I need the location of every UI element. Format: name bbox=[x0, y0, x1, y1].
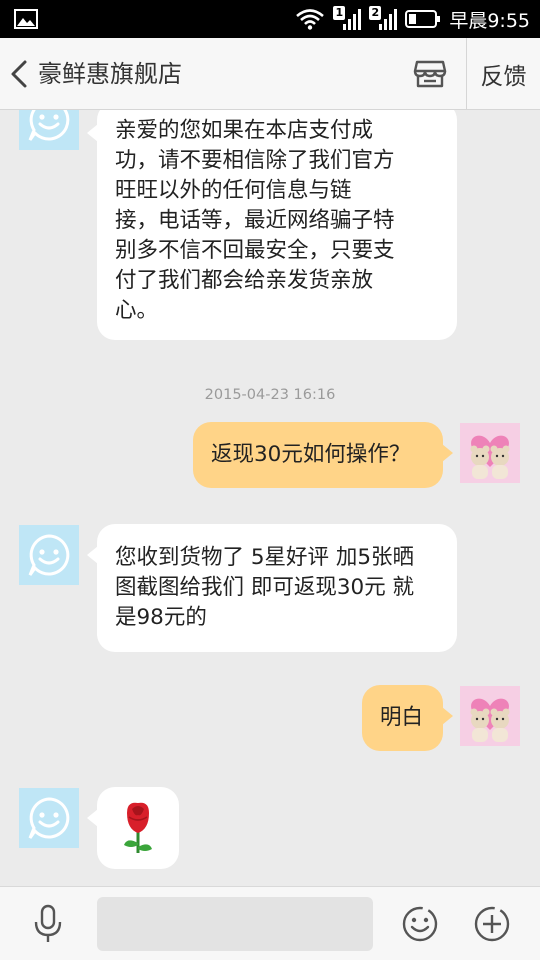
chat-header: 豪鲜惠旗舰店 反馈 bbox=[0, 38, 540, 110]
message-line: 心。 bbox=[115, 298, 159, 323]
message-bubble-shop[interactable]: 亲爱的您如果在本店支付成 功，请不要相信除了我们官方 旺旺以外的任何信息与链 接… bbox=[87, 110, 457, 340]
message-bubble-user[interactable]: 返现30元如何操作？ bbox=[193, 422, 453, 488]
message-line: 是98元的 bbox=[115, 605, 207, 630]
message-line: 付了我们都会给亲发货亲放 bbox=[115, 268, 374, 293]
user-avatar[interactable] bbox=[460, 423, 520, 483]
chat-message-list[interactable]: 亲爱的您如果在本店支付成 功，请不要相信除了我们官方 旺旺以外的任何信息与链 接… bbox=[0, 110, 540, 886]
shop-avatar[interactable] bbox=[19, 788, 79, 848]
message-timestamp: 2015-04-23 16:16 bbox=[204, 387, 336, 403]
bot-face-icon bbox=[28, 534, 70, 576]
plus-icon bbox=[474, 906, 510, 942]
status-bar: 1 2 早晨9:55 bbox=[0, 0, 540, 38]
battery-icon bbox=[405, 10, 441, 28]
feedback-button[interactable]: 反馈 bbox=[467, 38, 540, 110]
store-icon bbox=[413, 60, 447, 88]
more-button[interactable] bbox=[472, 904, 512, 944]
back-button[interactable] bbox=[4, 54, 34, 94]
back-chevron-icon bbox=[11, 60, 27, 88]
smiley-icon bbox=[402, 906, 438, 942]
rose-emoji-icon bbox=[124, 802, 152, 853]
signal2-icon: 2 bbox=[369, 6, 398, 32]
message-bubble-shop[interactable]: 您收到货物了 5星好评 加5张晒 图截图给我们 即可返现30元 就 是98元的 bbox=[87, 524, 457, 652]
wifi-icon bbox=[296, 9, 325, 30]
message-line: 您收到货物了 5星好评 加5张晒 bbox=[115, 545, 415, 570]
emoji-button[interactable] bbox=[400, 904, 440, 944]
message-line: 接，电话等，最近网络骗子特 bbox=[115, 208, 395, 233]
message-line: 亲爱的您如果在本店支付成 bbox=[115, 118, 374, 143]
shop-avatar[interactable] bbox=[19, 110, 79, 150]
user-avatar[interactable] bbox=[460, 686, 520, 746]
bot-face-icon bbox=[28, 110, 70, 141]
message-line: 旺旺以外的任何信息与链 bbox=[115, 178, 352, 203]
signal-icon: 1 bbox=[333, 6, 362, 32]
message-input[interactable] bbox=[97, 897, 373, 951]
message-bubble-user[interactable]: 明白 bbox=[362, 685, 453, 751]
teddy-bears-avatar-icon bbox=[460, 686, 520, 746]
shop-title: 豪鲜惠旗舰店 bbox=[38, 60, 182, 88]
message-line: 图截图给我们 即可返现30元 就 bbox=[115, 575, 415, 600]
shop-avatar[interactable] bbox=[19, 525, 79, 585]
microphone-icon bbox=[34, 904, 62, 942]
bot-face-icon bbox=[28, 797, 70, 839]
message-bubble-shop-emoji[interactable] bbox=[87, 787, 179, 869]
input-bar bbox=[0, 886, 540, 960]
message-text: 明白 bbox=[380, 705, 424, 730]
message-text: 返现30元如何操作？ bbox=[211, 442, 411, 467]
store-button[interactable] bbox=[410, 54, 450, 94]
status-time: 早晨9:55 bbox=[449, 9, 530, 32]
gallery-icon bbox=[14, 9, 38, 29]
message-line: 功，请不要相信除了我们官方 bbox=[115, 148, 395, 173]
message-line: 别多不信不回最安全，只要支 bbox=[115, 238, 395, 263]
teddy-bears-avatar-icon bbox=[460, 423, 520, 483]
voice-button[interactable] bbox=[28, 903, 68, 945]
